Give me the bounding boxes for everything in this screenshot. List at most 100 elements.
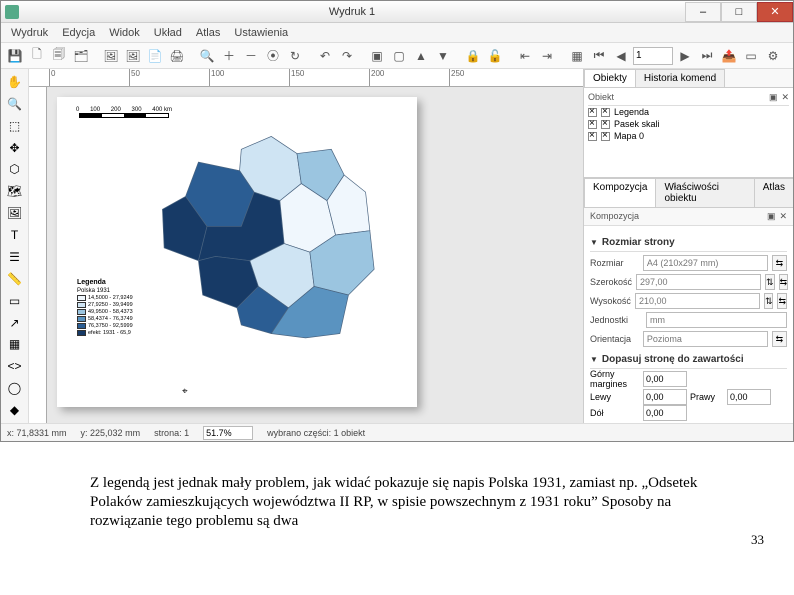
height-spin-icon[interactable]: ⇅ <box>764 293 774 309</box>
margin-left-label: Lewy <box>590 392 640 402</box>
align-right-icon[interactable]: ⇥ <box>537 46 557 66</box>
item-visible-checkbox[interactable] <box>588 132 597 141</box>
select-tool-icon[interactable]: ⬚ <box>4 116 26 136</box>
item-lock-checkbox[interactable] <box>601 120 610 129</box>
print-icon[interactable]: 🖨 <box>167 46 187 66</box>
item-visible-checkbox[interactable] <box>588 108 597 117</box>
close-button[interactable]: ✕ <box>757 2 793 22</box>
legend-item[interactable]: Legenda Polska 1931 14,5000 - 27,924927,… <box>77 279 145 337</box>
tab-item-properties[interactable]: Właściwości obiektu <box>655 178 754 207</box>
add-map-icon[interactable]: 🗺 <box>4 181 26 201</box>
pan-tool-icon[interactable]: ✋ <box>4 72 26 92</box>
margin-bottom-input[interactable] <box>643 405 687 421</box>
tab-atlas[interactable]: Atlas <box>754 178 793 207</box>
add-basic-shape-icon[interactable]: ◯ <box>4 378 26 398</box>
tab-composition[interactable]: Kompozycja <box>584 178 656 207</box>
panel-float-icon[interactable]: ▣ <box>767 211 776 222</box>
new-icon[interactable]: 🗋 <box>27 46 47 66</box>
orientation-override-icon[interactable]: ⇆ <box>772 331 787 347</box>
item-lock-checkbox[interactable] <box>601 108 610 117</box>
manage-icon[interactable]: 🗂 <box>71 46 91 66</box>
group-icon[interactable]: ▣ <box>367 46 387 66</box>
align-left-icon[interactable]: ⇤ <box>515 46 535 66</box>
width-input[interactable] <box>636 274 761 290</box>
canvas-area: 0 50 100 150 200 250 0 100 200 <box>29 69 583 423</box>
canvas[interactable]: 0 100 200 300 400 km Lege <box>47 87 583 423</box>
units-select[interactable] <box>646 312 787 328</box>
panel-close-icon[interactable]: ✕ <box>779 211 787 222</box>
width-override-icon[interactable]: ⇆ <box>779 274 789 290</box>
panel-float-icon[interactable]: ▣ <box>769 92 778 103</box>
menu-widok[interactable]: Widok <box>103 25 146 41</box>
tab-history[interactable]: Historia komend <box>635 69 725 87</box>
atlas-range-icon[interactable]: ▭ <box>741 46 761 66</box>
item-lock-checkbox[interactable] <box>601 132 610 141</box>
unlock-icon[interactable]: 🔓 <box>485 46 505 66</box>
height-input[interactable] <box>635 293 760 309</box>
zoom-tool-icon[interactable]: 🔍 <box>4 94 26 114</box>
margin-left-input[interactable] <box>643 389 687 405</box>
section-fit[interactable]: Dopasuj stronę do zawartości <box>602 354 744 365</box>
item-row-legend[interactable]: Legenda <box>588 106 789 118</box>
add-scalebar-icon[interactable]: 📏 <box>4 269 26 289</box>
refresh-icon[interactable]: ↻ <box>285 46 305 66</box>
tab-items[interactable]: Obiekty <box>584 69 636 87</box>
atlas-settings-icon[interactable]: ⚙ <box>763 46 783 66</box>
maximize-button[interactable]: □ <box>721 2 757 22</box>
height-override-icon[interactable]: ⇆ <box>777 293 787 309</box>
add-shape-icon[interactable]: ▭ <box>4 291 26 311</box>
margin-top-input[interactable] <box>643 371 687 387</box>
lower-icon[interactable]: ▼ <box>433 46 453 66</box>
export-pdf-icon[interactable]: 📄 <box>145 46 165 66</box>
menu-wydruk[interactable]: Wydruk <box>5 25 54 41</box>
atlas-last-icon[interactable]: ⏭ <box>697 46 717 66</box>
lock-icon[interactable]: 🔒 <box>463 46 483 66</box>
add-html-icon[interactable]: <> <box>4 356 26 376</box>
menu-uklad[interactable]: Układ <box>148 25 188 41</box>
duplicate-icon[interactable]: 🗐 <box>49 46 69 66</box>
zoom-out-icon[interactable]: － <box>241 46 261 66</box>
margin-right-input[interactable] <box>727 389 771 405</box>
atlas-toggle-icon[interactable]: ▦ <box>567 46 587 66</box>
atlas-prev-icon[interactable]: ◀ <box>611 46 631 66</box>
save-icon[interactable]: 💾 <box>5 46 25 66</box>
zoom-full-icon[interactable]: 🔍 <box>197 46 217 66</box>
atlas-first-icon[interactable]: ⏮ <box>589 46 609 66</box>
raise-icon[interactable]: ▲ <box>411 46 431 66</box>
item-row-scalebar[interactable]: Pasek skali <box>588 118 789 130</box>
menu-ustawienia[interactable]: Ustawienia <box>228 25 294 41</box>
export-svg-icon[interactable]: 🖼 <box>123 46 143 66</box>
export-image-icon[interactable]: 🖼 <box>101 46 121 66</box>
ungroup-icon[interactable]: ▢ <box>389 46 409 66</box>
section-page-size[interactable]: Rozmiar strony <box>602 237 675 248</box>
undo-icon[interactable]: ↶ <box>315 46 335 66</box>
add-legend-icon[interactable]: ☰ <box>4 247 26 267</box>
atlas-export-icon[interactable]: 📤 <box>719 46 739 66</box>
zoom-input[interactable] <box>203 426 253 440</box>
atlas-page-input[interactable] <box>633 47 673 65</box>
atlas-next-icon[interactable]: ▶ <box>675 46 695 66</box>
zoom-100-icon[interactable]: ⦿ <box>263 46 283 66</box>
layout-page[interactable]: 0 100 200 300 400 km Lege <box>57 97 417 407</box>
add-nodes-icon[interactable]: ◆ <box>4 400 26 420</box>
item-row-map[interactable]: Mapa 0 <box>588 130 789 142</box>
minimize-button[interactable]: – <box>685 2 721 22</box>
map-item[interactable] <box>127 115 407 355</box>
size-select[interactable] <box>643 255 768 271</box>
add-arrow-icon[interactable]: ↗ <box>4 313 26 333</box>
menu-edycja[interactable]: Edycja <box>56 25 101 41</box>
ruler-vertical <box>29 87 47 423</box>
edit-nodes-icon[interactable]: ⬡ <box>4 160 26 180</box>
orientation-select[interactable] <box>643 331 768 347</box>
item-visible-checkbox[interactable] <box>588 120 597 129</box>
move-content-icon[interactable]: ✥ <box>4 138 26 158</box>
panel-close-icon[interactable]: ✕ <box>781 92 789 103</box>
menu-atlas[interactable]: Atlas <box>190 25 226 41</box>
add-label-icon[interactable]: T <box>4 225 26 245</box>
redo-icon[interactable]: ↷ <box>337 46 357 66</box>
width-spin-icon[interactable]: ⇅ <box>765 274 775 290</box>
zoom-in-icon[interactable]: ＋ <box>219 46 239 66</box>
size-override-icon[interactable]: ⇆ <box>772 255 787 271</box>
add-table-icon[interactable]: ▦ <box>4 335 26 355</box>
add-image-icon[interactable]: 🖼 <box>4 203 26 223</box>
